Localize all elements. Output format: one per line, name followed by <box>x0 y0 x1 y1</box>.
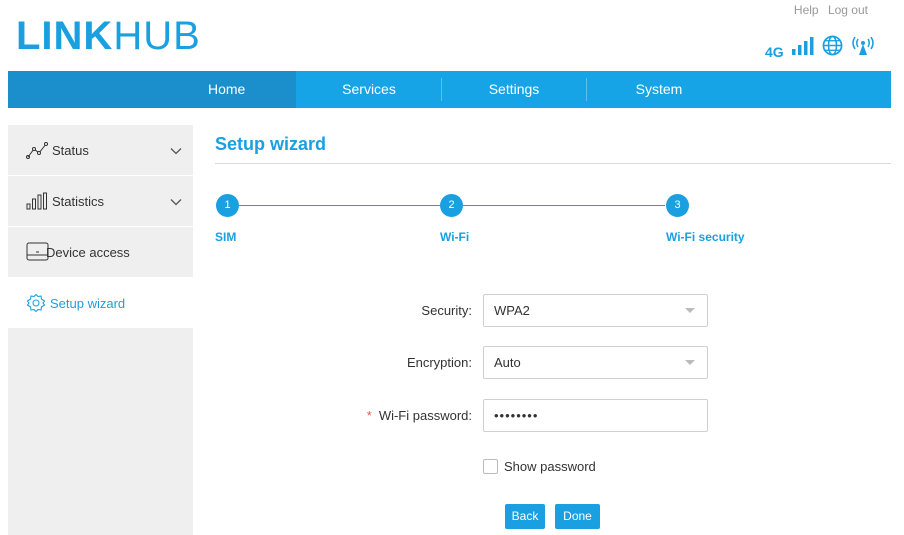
encryption-select[interactable]: Auto <box>483 346 708 379</box>
chevron-down-icon <box>170 194 182 209</box>
bar-chart-icon <box>26 191 50 211</box>
logo-bold-text: LINK <box>16 14 114 58</box>
sidebar-item-device-access[interactable]: Device access <box>8 227 193 277</box>
main-navbar: Home Services Settings System <box>8 71 891 108</box>
encryption-value: Auto <box>494 355 521 370</box>
security-value: WPA2 <box>494 303 530 318</box>
step-3-label: Wi-Fi security <box>666 230 745 244</box>
required-marker: * <box>366 408 372 423</box>
sidebar: Status Statistics Device access Setup wi… <box>8 125 193 535</box>
security-select[interactable]: WPA2 <box>483 294 708 327</box>
gear-icon <box>26 293 46 313</box>
step-2-indicator: 2 <box>440 194 463 217</box>
step-2-label: Wi-Fi <box>440 230 470 244</box>
nav-settings[interactable]: Settings <box>442 71 586 108</box>
security-label: Security: <box>421 303 472 318</box>
line-chart-icon <box>26 140 50 160</box>
nav-system[interactable]: System <box>587 71 731 108</box>
top-links: Help Log out <box>788 3 868 17</box>
brand-logo: LINKHUB <box>16 16 201 56</box>
caret-down-icon <box>685 360 695 365</box>
title-divider <box>215 163 891 164</box>
step-connector <box>238 205 440 206</box>
chevron-down-icon <box>170 143 182 158</box>
logo-light-text: HUB <box>113 14 201 58</box>
caret-down-icon <box>685 308 695 313</box>
show-password-label: Show password <box>504 459 596 474</box>
logout-link[interactable]: Log out <box>828 3 868 17</box>
nav-home[interactable]: Home <box>152 71 296 108</box>
sidebar-item-status[interactable]: Status <box>8 125 193 175</box>
signal-strength-icon <box>791 36 815 61</box>
wifi-broadcast-icon <box>850 34 876 61</box>
network-type-label: 4G <box>765 44 784 60</box>
sidebar-item-label: Device access <box>46 244 130 260</box>
status-bar: 4G <box>765 34 876 61</box>
encryption-label: Encryption: <box>406 355 472 370</box>
sidebar-item-label: Setup wizard <box>50 295 126 311</box>
show-password-checkbox[interactable] <box>483 459 498 474</box>
step-3-indicator: 3 <box>666 194 689 217</box>
sidebar-item-setup-wizard[interactable]: Setup wizard <box>8 278 193 328</box>
step-1-indicator: 1 <box>216 194 239 217</box>
back-button[interactable]: Back <box>505 504 545 529</box>
step-connector <box>463 205 665 206</box>
wifi-password-input[interactable]: •••••••• <box>483 399 708 432</box>
password-label: Wi-Fi password: <box>378 408 472 423</box>
step-1-label: SIM <box>215 230 237 244</box>
help-link[interactable]: Help <box>794 3 819 17</box>
navbar-left-block <box>8 71 152 108</box>
sidebar-item-label: Statistics <box>52 193 105 209</box>
page-title: Setup wizard <box>215 134 327 154</box>
sidebar-item-label: Status <box>52 142 89 158</box>
sidebar-item-statistics[interactable]: Statistics <box>8 176 193 226</box>
globe-icon <box>822 35 843 61</box>
done-button[interactable]: Done <box>555 504 600 529</box>
nav-services[interactable]: Services <box>297 71 441 108</box>
password-label-row: * Wi-Fi password: <box>272 408 472 423</box>
